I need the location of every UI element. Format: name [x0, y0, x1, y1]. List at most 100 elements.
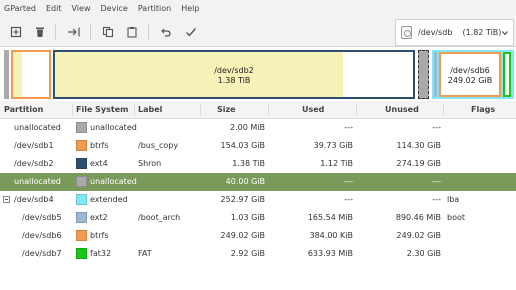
fs-color-swatch	[76, 248, 87, 259]
cell-unused: ---	[432, 195, 441, 204]
cell-filesystem: extended	[90, 195, 128, 204]
cell-size: 2.92 GiB	[230, 249, 265, 258]
cell-flags: lba	[447, 195, 460, 204]
table-row[interactable]: /dev/sdb5 ext2 /boot_arch 1.03 GiB 165.5…	[0, 209, 516, 227]
cell-used: 1.12 TiB	[320, 159, 353, 168]
apply-icon[interactable]	[183, 24, 199, 40]
cell-filesystem: btrfs	[90, 231, 109, 240]
cell-used: 633.93 MiB	[307, 249, 353, 258]
menu-partition[interactable]: Partition	[133, 4, 176, 13]
cell-size: 252.97 GiB	[220, 195, 265, 204]
cell-filesystem: ext2	[90, 213, 108, 222]
device-size: (1.82 TiB)	[462, 28, 502, 37]
disk-map: /dev/sdb2 1.38 TiB /dev/sdb6 249.02 GiB	[0, 47, 516, 101]
fs-color-swatch	[76, 158, 87, 169]
diskmap-unallocated-1[interactable]	[4, 50, 9, 99]
diskmap-unallocated-selected[interactable]	[418, 50, 429, 99]
cell-used: 384.00 KiB	[309, 231, 354, 240]
cell-unused: ---	[432, 123, 441, 132]
fs-color-swatch	[76, 122, 87, 133]
cell-unused: 890.46 MiB	[395, 213, 441, 222]
cell-unused: 274.19 GiB	[396, 159, 441, 168]
collapse-icon[interactable]	[3, 196, 10, 203]
cell-size: 249.02 GiB	[220, 231, 265, 240]
fs-color-swatch	[76, 194, 87, 205]
menu-help[interactable]: Help	[176, 4, 204, 13]
chevron-down-icon	[501, 29, 509, 39]
diskmap-sdb2-size: 1.38 TiB	[217, 76, 251, 85]
partition-table-header: Partition File System Label Size Used Un…	[0, 101, 516, 119]
cell-filesystem: fat32	[90, 249, 112, 258]
col-unused[interactable]: Unused	[385, 105, 419, 114]
cell-partition: /dev/sdb2	[14, 159, 54, 168]
menu-view[interactable]: View	[67, 4, 96, 13]
cell-partition: /dev/sdb6	[22, 231, 62, 240]
cell-filesystem: btrfs	[90, 141, 109, 150]
resize-move-icon[interactable]	[66, 24, 82, 40]
menu-edit[interactable]: Edit	[41, 4, 67, 13]
fs-color-swatch	[76, 230, 87, 241]
table-row[interactable]: /dev/sdb6 btrfs 249.02 GiB 384.00 KiB 24…	[0, 227, 516, 245]
col-filesystem[interactable]: File System	[76, 105, 128, 114]
paste-icon[interactable]	[124, 24, 140, 40]
diskmap-sdb2[interactable]: /dev/sdb2 1.38 TiB	[53, 50, 415, 99]
fs-color-swatch	[76, 140, 87, 151]
cell-partition: /dev/sdb5	[22, 213, 62, 222]
diskmap-sdb4[interactable]: /dev/sdb6 249.02 GiB	[432, 50, 514, 99]
cell-partition: unallocated	[14, 123, 61, 132]
cell-unused: ---	[432, 177, 441, 186]
cell-size: 1.38 TiB	[232, 159, 265, 168]
diskmap-sdb1[interactable]	[11, 50, 51, 99]
cell-unused: 114.30 GiB	[396, 141, 441, 150]
disk-icon	[401, 26, 412, 39]
cell-label: /bus_copy	[138, 141, 179, 150]
diskmap-sdb6-size: 249.02 GiB	[447, 76, 493, 85]
fs-color-swatch	[76, 212, 87, 223]
cell-used: ---	[344, 195, 353, 204]
device-name: /dev/sdb	[418, 28, 453, 37]
cell-filesystem: unallocated	[90, 123, 137, 132]
cell-partition: unallocated	[14, 177, 61, 186]
cell-unused: 249.02 GiB	[396, 231, 441, 240]
table-row[interactable]: unallocated unallocated 2.00 MiB --- ---	[0, 119, 516, 137]
col-flags[interactable]: Flags	[471, 105, 495, 114]
cell-size: 154.03 GiB	[220, 141, 265, 150]
fs-color-swatch	[76, 176, 87, 187]
diskmap-sdb2-name: /dev/sdb2	[214, 66, 254, 75]
undo-icon[interactable]	[158, 24, 174, 40]
cell-flags: boot	[447, 213, 466, 222]
diskmap-sdb6-name: /dev/sdb6	[450, 66, 490, 75]
cell-filesystem: unallocated	[90, 177, 137, 186]
menu-device[interactable]: Device	[95, 4, 132, 13]
cell-used: 165.54 MiB	[307, 213, 353, 222]
col-partition[interactable]: Partition	[4, 105, 43, 114]
menu-gparted[interactable]: GParted	[0, 4, 41, 13]
cell-label: /boot_arch	[138, 213, 181, 222]
cell-partition: /dev/sdb4	[14, 195, 54, 204]
col-used[interactable]: Used	[302, 105, 324, 114]
table-row[interactable]: /dev/sdb1 btrfs /bus_copy 154.03 GiB 39.…	[0, 137, 516, 155]
cell-size: 1.03 GiB	[230, 213, 265, 222]
copy-icon[interactable]	[100, 24, 116, 40]
col-size[interactable]: Size	[217, 105, 236, 114]
cell-label: Shron	[138, 159, 162, 168]
cell-used: ---	[344, 177, 353, 186]
table-row[interactable]: /dev/sdb4 extended 252.97 GiB --- --- lb…	[0, 191, 516, 209]
table-row-selected[interactable]: unallocated unallocated 40.00 GiB --- --…	[0, 173, 516, 191]
cell-used: ---	[344, 123, 353, 132]
col-label[interactable]: Label	[138, 105, 162, 114]
cell-used: 39.73 GiB	[313, 141, 353, 150]
cell-size: 40.00 GiB	[225, 177, 265, 186]
cell-filesystem: ext4	[90, 159, 108, 168]
new-partition-icon[interactable]	[8, 24, 24, 40]
cell-size: 2.00 MiB	[230, 123, 265, 132]
device-selector[interactable]: /dev/sdb (1.82 TiB)	[395, 19, 514, 46]
cell-label: FAT	[138, 249, 152, 258]
table-row[interactable]: /dev/sdb2 ext4 Shron 1.38 TiB 1.12 TiB 2…	[0, 155, 516, 173]
menu-bar: GParted Edit View Device Partition Help	[0, 0, 516, 17]
delete-partition-icon[interactable]	[32, 24, 48, 40]
cell-unused: 2.30 GiB	[406, 249, 441, 258]
table-row[interactable]: /dev/sdb7 fat32 FAT 2.92 GiB 633.93 MiB …	[0, 245, 516, 263]
cell-partition: /dev/sdb7	[22, 249, 62, 258]
cell-partition: /dev/sdb1	[14, 141, 54, 150]
